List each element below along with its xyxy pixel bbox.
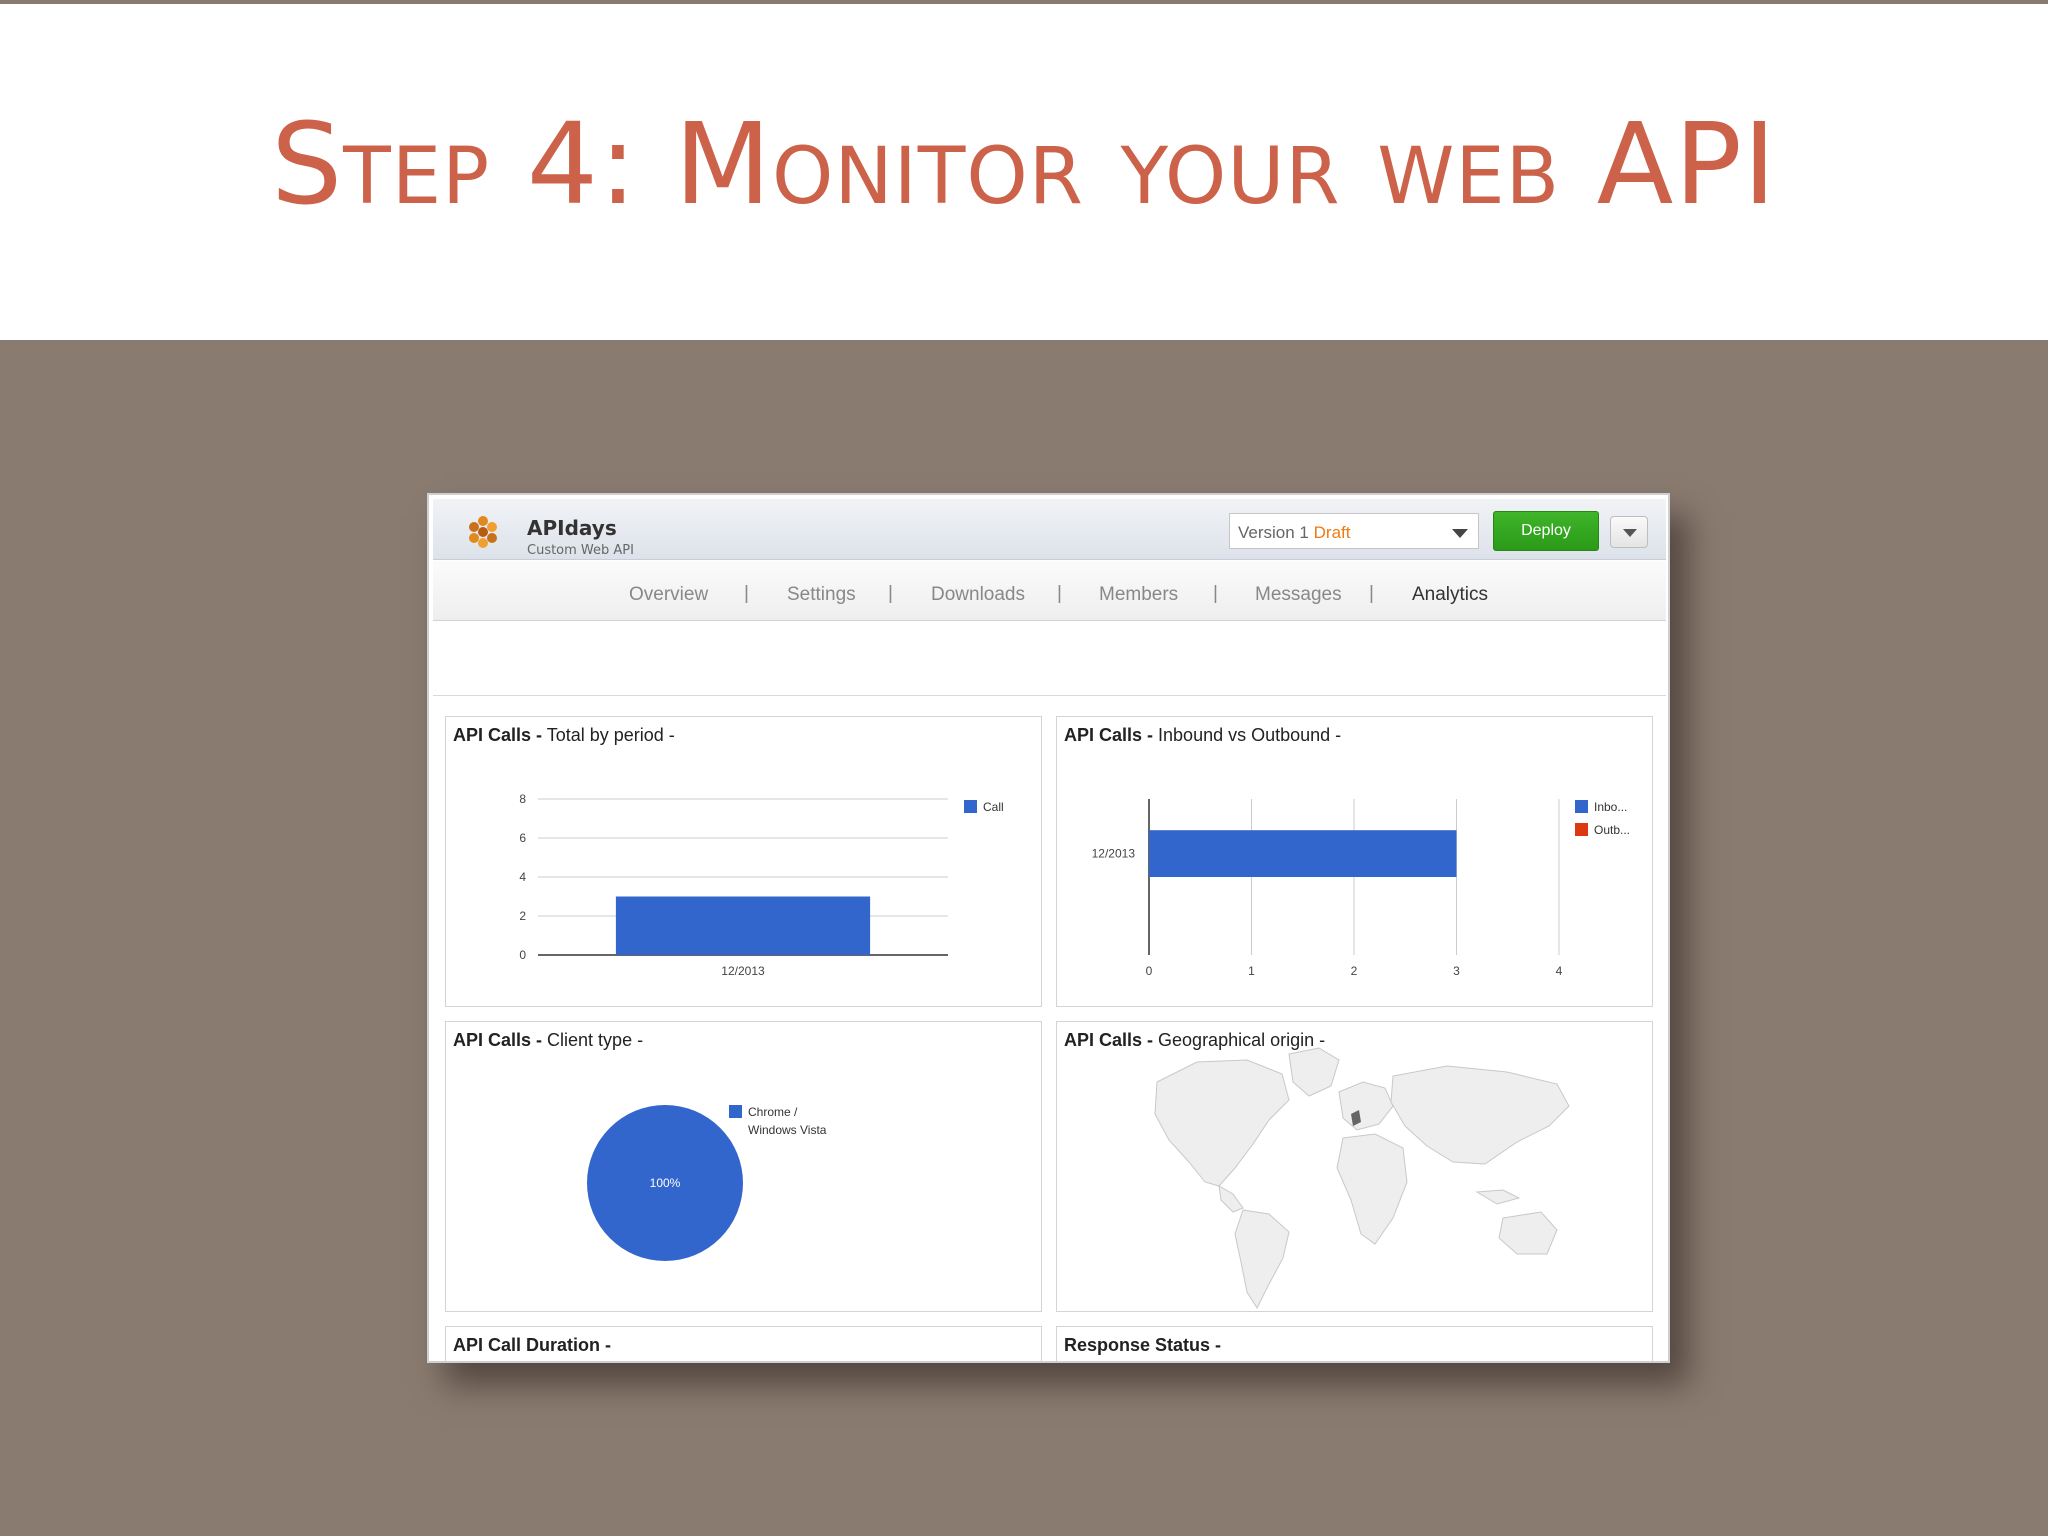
divider [433, 695, 1666, 696]
panel-title-bold: API Call Duration - [453, 1335, 612, 1355]
x-tick-label: 12/2013 [721, 964, 765, 978]
pie-slice-label: 100% [650, 1176, 681, 1190]
map-region-central-america [1218, 1185, 1244, 1213]
map-region-europe [1338, 1081, 1394, 1131]
tab-overview[interactable]: Overview [629, 584, 708, 606]
honeycomb-logo-icon [469, 516, 497, 548]
deploy-button[interactable]: Deploy [1493, 511, 1599, 551]
panel-title: API Call Duration - [453, 1335, 611, 1356]
legend-label: Inbo... [1594, 800, 1627, 814]
version-label: Version 1 [1238, 523, 1309, 542]
x-tick-label: 2 [1351, 964, 1358, 978]
tab-settings[interactable]: Settings [787, 584, 856, 606]
chevron-down-icon [1623, 529, 1637, 537]
panel-call-duration: API Call Duration - [445, 1326, 1042, 1361]
legend-swatch [1575, 823, 1588, 836]
chart-inbound-outbound: 0 1 2 3 4 12/2013 Inbo... Outb... [1092, 799, 1630, 978]
bar [1149, 830, 1457, 877]
panel-title-bold: Response Status - [1064, 1335, 1222, 1355]
slide-title: Step 4: Monitor your web API [271, 100, 1777, 230]
tab-separator: | [1369, 583, 1374, 604]
panel-inbound-outbound: API Calls - Inbound vs Outbound - 012341… [1056, 716, 1653, 1007]
panel-client-type: API Calls - Client type - 100% Chrome / Wi… [445, 1021, 1042, 1312]
version-status: Draft [1313, 523, 1351, 542]
app-subtitle: Custom Web API [527, 543, 634, 558]
chart-total-by-period: 0 2 4 6 8 12/2013 Call [519, 792, 1004, 978]
bar [615, 896, 871, 955]
tab-separator: | [888, 583, 893, 604]
tab-members[interactable]: Members [1099, 584, 1178, 606]
tab-messages[interactable]: Messages [1255, 584, 1342, 606]
y-tick-label: 12/2013 [1092, 847, 1136, 861]
panel-title: Response Status - [1064, 1335, 1221, 1356]
chart-client-type: 100% Chrome / Windows Vista [587, 1105, 827, 1261]
legend-swatch [729, 1105, 742, 1118]
tab-separator: | [744, 583, 749, 604]
map-region-north-america [1154, 1059, 1290, 1187]
map-region-indonesia [1475, 1189, 1521, 1205]
x-tick-label: 0 [1146, 964, 1153, 978]
tab-separator: | [1213, 583, 1218, 604]
panel-geo-origin: API Calls - Geographical origin - [1056, 1021, 1653, 1312]
legend-label: Chrome / [748, 1105, 798, 1119]
x-tick-label: 1 [1248, 964, 1255, 978]
tab-downloads[interactable]: Downloads [931, 584, 1025, 606]
x-tick-label: 3 [1453, 964, 1460, 978]
map-region-australia [1498, 1211, 1558, 1255]
version-select[interactable]: Version 1 Draft [1229, 513, 1479, 549]
x-tick-label: 4 [1556, 964, 1563, 978]
legend-label: Call [983, 800, 1004, 814]
map-region-greenland [1288, 1047, 1340, 1097]
map-region-africa [1336, 1133, 1408, 1245]
screenshot-frame: APIdays Custom Web API Version 1 Draft D… [427, 493, 1670, 1363]
panel-response-status: Response Status - [1056, 1326, 1653, 1361]
y-tick-label: 2 [519, 909, 526, 923]
y-tick-label: 4 [519, 870, 526, 884]
world-map [1154, 1047, 1570, 1310]
app-header: APIdays Custom Web API Version 1 Draft D… [433, 499, 1666, 560]
panel-total-by-period: API Calls - Total by period - 0 2 4 6 8 12/20… [445, 716, 1042, 1007]
map-region-south-america [1234, 1209, 1290, 1310]
legend-label: Windows Vista [748, 1123, 827, 1137]
y-tick-label: 6 [519, 831, 526, 845]
y-tick-label: 0 [519, 948, 526, 962]
legend-swatch [964, 800, 977, 813]
app-name: APIdays [527, 516, 617, 540]
y-tick-label: 8 [519, 792, 526, 806]
tab-analytics[interactable]: Analytics [1412, 584, 1488, 606]
legend-swatch [1575, 800, 1588, 813]
map-region-asia [1390, 1065, 1570, 1165]
tab-bar: Overview | Settings | Downloads | Member… [433, 561, 1666, 621]
tab-separator: | [1057, 583, 1062, 604]
chevron-down-icon [1452, 529, 1468, 538]
deploy-options-button[interactable] [1610, 516, 1648, 548]
legend-label: Outb... [1594, 823, 1630, 837]
